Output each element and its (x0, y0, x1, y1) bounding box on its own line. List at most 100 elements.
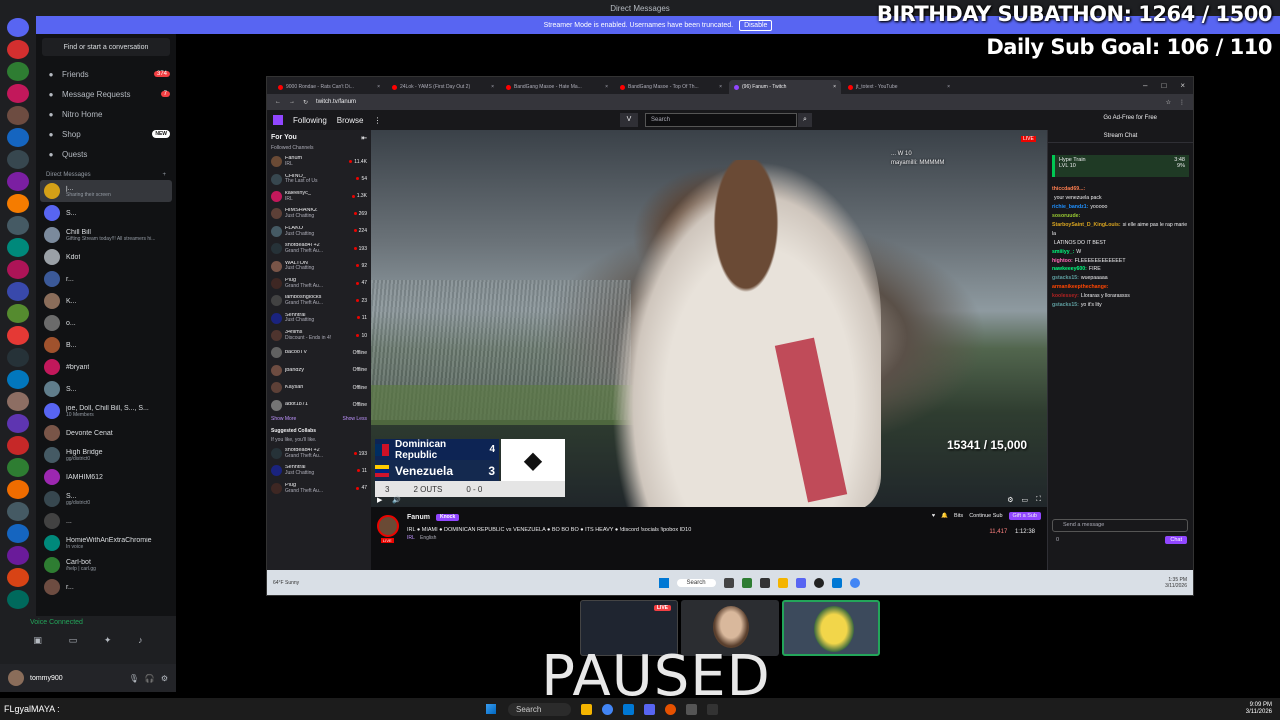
dm-item[interactable]: o... (40, 312, 172, 334)
chat-username[interactable]: hightoo: (1052, 258, 1073, 264)
app-icon[interactable] (665, 703, 677, 715)
following-link[interactable]: Following (293, 116, 327, 125)
chat-input[interactable]: Send a message (1052, 519, 1188, 532)
server-icon[interactable] (7, 238, 29, 257)
server-icon[interactable] (7, 436, 29, 455)
more-icon[interactable]: ⋮ (373, 116, 381, 125)
chat-username[interactable]: gstacks15: (1052, 275, 1079, 281)
dm-nav-item[interactable]: ● Shop NEW (42, 124, 170, 144)
channel-item[interactable]: 34films Discount - Ends in 4! 10 (271, 327, 367, 344)
server-icon[interactable] (7, 414, 29, 433)
dm-item[interactable]: K... (40, 290, 172, 312)
tab-close-icon[interactable]: × (491, 84, 494, 90)
headphones-icon[interactable]: 🎧 (145, 674, 155, 683)
channel-item[interactable]: shotdead4l +2 Grand Theft Au... 193 (271, 445, 367, 462)
chat-username[interactable]: sosoruude: (1052, 213, 1080, 219)
participant-tile-speaking[interactable] (782, 600, 880, 656)
channel-item[interactable]: CHINO_ The Last of Us 54 (271, 170, 367, 187)
server-icon[interactable] (7, 282, 29, 301)
dm-nav-item[interactable]: ● Message Requests 7 (42, 84, 170, 104)
taskbar-user-label[interactable]: FLgyalMAYA : (4, 704, 60, 714)
language-tag[interactable]: English (420, 535, 436, 541)
knock-button[interactable]: Knock (435, 514, 460, 521)
chat-username[interactable]: armanikeepthechange: (1052, 284, 1109, 290)
video-player[interactable]: LIVE ... W 10 mayamilli: MMMMM Dominican… (371, 130, 1047, 507)
chat-username[interactable]: nawkeeey600: (1052, 266, 1087, 272)
soundboard-icon[interactable]: ♪ (138, 635, 143, 646)
folder-icon[interactable] (777, 577, 788, 588)
fullscreen-icon[interactable]: ⛶ (1036, 496, 1041, 504)
dm-item[interactable]: High Bridge gg/district0 (40, 444, 172, 466)
task-view-icon[interactable] (723, 577, 734, 588)
dm-item[interactable]: Chill Bill Gifting Stream today!!! All st… (40, 224, 172, 246)
screen-share-icon[interactable]: ▭ (69, 635, 78, 646)
volume-icon[interactable]: 🔊 (392, 496, 401, 504)
channel-points[interactable]: 0 (1056, 537, 1059, 543)
heart-icon[interactable]: ♥ (932, 513, 935, 519)
server-icon[interactable] (7, 590, 29, 609)
close-icon[interactable]: × (1180, 81, 1185, 90)
app-icon[interactable] (623, 703, 635, 715)
dm-item[interactable]: r... (40, 576, 172, 598)
dm-item[interactable]: Devonte Cenat (40, 422, 172, 444)
dm-item[interactable]: IAMHIM612 (40, 466, 172, 488)
server-icon[interactable] (7, 568, 29, 587)
server-icon[interactable] (7, 458, 29, 477)
chat-username[interactable]: smiiiyy_: (1052, 249, 1074, 255)
twitch-logo-icon[interactable] (273, 115, 283, 125)
server-icon[interactable] (7, 40, 29, 59)
v-extension-icon[interactable]: V (620, 113, 638, 127)
server-icon[interactable] (7, 260, 29, 279)
server-icon[interactable] (7, 502, 29, 521)
channel-item[interactable]: bacooTV Offline (271, 344, 367, 361)
streamer-name[interactable]: Fanum (407, 514, 430, 521)
show-more-link[interactable]: Show More (271, 416, 296, 422)
app-icon[interactable] (707, 703, 719, 715)
find-conversation-button[interactable]: Find or start a conversation (42, 38, 170, 56)
chat-username[interactable]: koolessey: (1052, 293, 1079, 299)
dm-item[interactable]: joe, Doll, Chill Bill, S..., S... 10 Memb… (40, 400, 172, 422)
dm-item[interactable]: B... (40, 334, 172, 356)
tab-close-icon[interactable]: × (605, 84, 608, 90)
server-icon[interactable] (7, 304, 29, 323)
settings-icon[interactable]: ⚙ (1007, 496, 1013, 504)
reload-icon[interactable]: ↻ (303, 99, 308, 106)
browse-link[interactable]: Browse (337, 116, 364, 125)
discord-icon[interactable] (795, 577, 806, 588)
notification-icon[interactable]: 🔔 (941, 513, 948, 519)
dm-item[interactable]: S... (40, 378, 172, 400)
mic-icon[interactable]: 🎙 (129, 674, 139, 683)
app-icon[interactable] (741, 577, 752, 588)
dm-item[interactable]: r... (40, 268, 172, 290)
server-icon[interactable] (7, 326, 29, 345)
tab-close-icon[interactable]: × (947, 84, 950, 90)
channel-item[interactable]: adot1871 Offline (271, 396, 367, 413)
server-icon[interactable] (7, 172, 29, 191)
chat-username[interactable]: StarboySaint_D_KingLouis: (1052, 222, 1121, 228)
dm-item[interactable]: ... (40, 510, 172, 532)
app-icon[interactable] (831, 577, 842, 588)
browser-tab[interactable]: BandGang Masoe - Hate Ma... × (501, 80, 613, 94)
browser-tab[interactable]: BandGang Masoe - Top Of Th... × (615, 80, 727, 94)
chat-username[interactable]: thiccdad69...: (1052, 186, 1085, 192)
twitch-search-input[interactable]: Search (645, 113, 797, 127)
avatar[interactable] (8, 670, 24, 686)
browser-tab[interactable]: 9000 Rondae - Rats Can't Di... × (273, 80, 385, 94)
server-icon[interactable] (7, 150, 29, 169)
server-icon[interactable] (7, 348, 29, 367)
obs-icon[interactable] (813, 577, 824, 588)
terminal-icon[interactable] (759, 577, 770, 588)
play-icon[interactable]: ▶ (377, 496, 382, 504)
disable-streamer-mode-button[interactable]: Disable (739, 19, 773, 31)
minimize-icon[interactable]: – (1143, 81, 1147, 90)
chat-send-button[interactable]: Chat (1165, 536, 1187, 544)
channel-item[interactable]: Kaysan Offline (271, 379, 367, 396)
inner-search[interactable]: Search (676, 578, 716, 587)
channel-item[interactable]: lambosngiocks Grand Theft Au... 23 (271, 292, 367, 309)
chrome-icon[interactable] (849, 577, 860, 588)
channel-item[interactable]: jbandzy Offline (271, 362, 367, 379)
dm-item[interactable]: Carl-bot/help | carl.gg (40, 554, 172, 576)
menu-icon[interactable]: ⋮ (1179, 99, 1185, 106)
hype-train-banner[interactable]: Hype Train LVL 10 3:48 9% (1052, 155, 1189, 177)
dm-item[interactable]: S... (40, 202, 172, 224)
